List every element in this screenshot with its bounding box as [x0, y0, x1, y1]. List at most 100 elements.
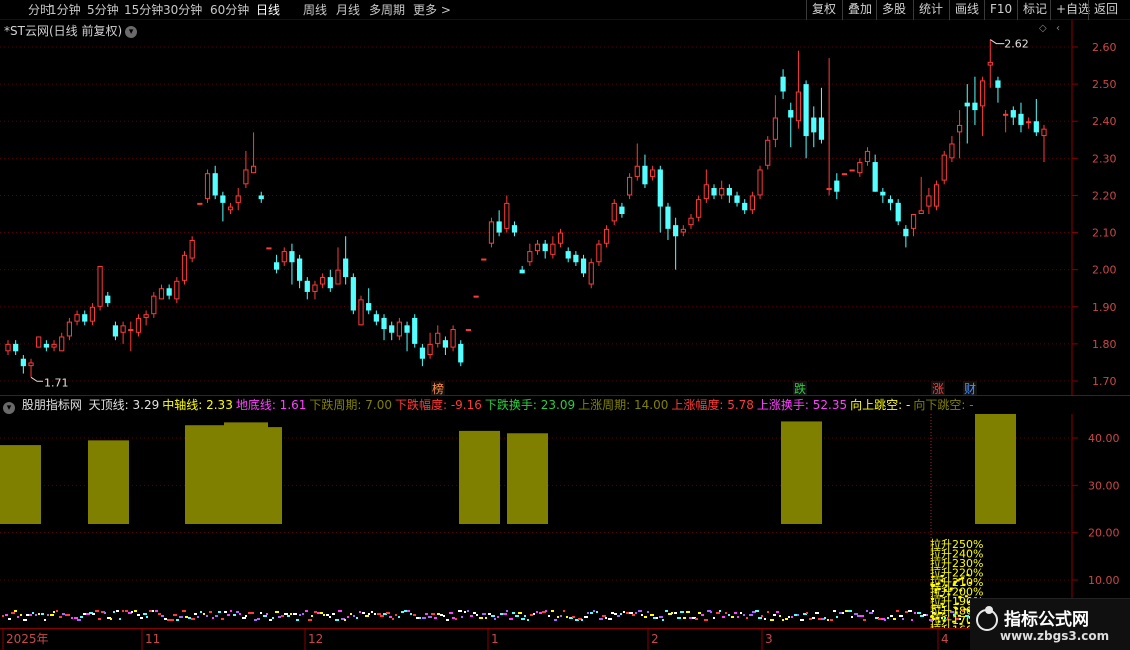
- period-tab-5[interactable]: 60分钟: [210, 2, 249, 18]
- period-tab-3[interactable]: 15分钟: [124, 2, 163, 18]
- chevron-left-icon[interactable]: ‹: [1056, 23, 1060, 34]
- candle-body: [711, 188, 717, 196]
- signal-mark: [944, 584, 948, 587]
- diamond-icon[interactable]: ◇: [1039, 23, 1047, 34]
- signal-mark: [23, 619, 27, 621]
- stock-title[interactable]: *ST云网(日线 前复权) ▾: [4, 22, 138, 39]
- candle: [665, 202, 671, 240]
- signal-mark: [62, 613, 65, 615]
- signal-mark: [299, 614, 301, 616]
- signal-mark: [599, 618, 603, 620]
- candle: [619, 202, 625, 218]
- signal-mark: [440, 614, 443, 616]
- signal-mark: [626, 612, 629, 614]
- price-tick-label: 1.90: [1092, 301, 1117, 314]
- signal-mark: [896, 610, 899, 612]
- signal-mark: [386, 612, 390, 614]
- signal-mark: [931, 575, 935, 578]
- price-chart[interactable]: 2.60 2.50 2.40 2.30 2.20 2.10 2.00 1.90 1.80 1.70…: [0, 20, 1130, 396]
- candle-body: [573, 254, 579, 263]
- candle-body: [1041, 128, 1047, 137]
- signal-mark: [470, 615, 473, 617]
- toolbar-action-1[interactable]: 叠加: [842, 0, 877, 20]
- candle: [335, 247, 341, 285]
- signal-mark: [942, 619, 946, 622]
- candle: [358, 295, 364, 326]
- candle: [765, 136, 771, 170]
- indicator-name[interactable]: 股朋指标网: [22, 398, 82, 412]
- candle: [642, 154, 648, 189]
- signal-mark: [572, 616, 575, 618]
- toolbar-action-8[interactable]: 返回: [1088, 0, 1123, 20]
- signal-mark: [146, 616, 148, 618]
- candle: [120, 321, 126, 344]
- candle-body: [849, 169, 855, 172]
- signal-mark: [479, 617, 483, 619]
- signal-mark: [963, 608, 967, 611]
- candle-body: [74, 314, 80, 322]
- event-marker[interactable]: 财: [963, 381, 977, 396]
- event-marker[interactable]: 跌: [793, 381, 807, 396]
- signal-mark: [797, 614, 799, 616]
- event-marker[interactable]: 榜: [431, 381, 445, 396]
- period-tab-10[interactable]: 更多 >: [413, 2, 451, 18]
- indicator-panel[interactable]: 40.00 30.00 20.00 10.00 拉升250% 拉升240% 拉升230% 拉升…: [0, 413, 1130, 650]
- toolbar-action-0[interactable]: 复权: [806, 0, 841, 20]
- signal-mark: [689, 617, 692, 619]
- toolbar-action-5[interactable]: F10: [984, 0, 1017, 20]
- candle: [580, 254, 587, 278]
- signal-mark: [197, 616, 199, 618]
- toolbar-action-3[interactable]: 统计: [913, 0, 948, 20]
- toolbar-action-4[interactable]: 画线: [949, 0, 984, 20]
- price-tick-label: 2.40: [1092, 115, 1117, 128]
- candle-body: [949, 143, 955, 159]
- signal-mark: [806, 612, 808, 614]
- period-tab-9[interactable]: 多周期: [369, 2, 405, 18]
- candle: [212, 165, 218, 200]
- signal-mark: [776, 611, 779, 613]
- toolbar-action-6[interactable]: 标记: [1017, 0, 1052, 20]
- candle: [772, 95, 779, 148]
- candle: [442, 336, 449, 356]
- candle: [834, 173, 840, 200]
- toolbar-action-2[interactable]: 多股: [876, 0, 911, 20]
- signal-mark: [938, 612, 942, 614]
- candle-body: [143, 314, 149, 318]
- candle-body: [696, 199, 702, 218]
- indicator-field-7: 上涨幅度: 5.78: [671, 398, 754, 412]
- period-tab-4[interactable]: 30分钟: [163, 2, 202, 18]
- candle: [734, 191, 740, 207]
- candle: [634, 143, 640, 181]
- candle-body: [304, 280, 310, 292]
- event-marker[interactable]: 涨: [931, 381, 945, 396]
- period-tab-7[interactable]: 周线: [303, 2, 327, 18]
- period-tab-8[interactable]: 月线: [336, 2, 360, 18]
- candle: [918, 176, 924, 215]
- candle-body: [43, 343, 49, 348]
- candle: [243, 150, 249, 189]
- signal-mark: [851, 616, 853, 618]
- period-tab-1[interactable]: 1分钟: [49, 2, 81, 18]
- signal-mark: [359, 611, 361, 613]
- signal-mark: [5, 614, 8, 616]
- signal-mark: [800, 619, 804, 621]
- signal-mark: [32, 612, 34, 614]
- chevron-down-icon[interactable]: ▾: [3, 402, 15, 414]
- signal-mark: [966, 574, 970, 577]
- signal-mark: [893, 618, 896, 620]
- signal-mark: [934, 591, 938, 594]
- signal-mark: [767, 611, 769, 613]
- signal-mark: [50, 614, 54, 616]
- period-tab-2[interactable]: 5分钟: [87, 2, 119, 18]
- signal-mark: [2, 615, 4, 617]
- chevron-down-icon[interactable]: ▾: [125, 26, 138, 38]
- period-tab-6[interactable]: 日线: [256, 2, 280, 18]
- signal-mark: [956, 618, 959, 620]
- candle: [258, 191, 264, 203]
- candle-body: [112, 325, 119, 337]
- candle-body: [320, 277, 326, 285]
- signal-mark: [557, 616, 559, 618]
- signal-mark: [263, 615, 267, 617]
- signal-mark: [416, 617, 419, 619]
- candle-body: [412, 317, 418, 344]
